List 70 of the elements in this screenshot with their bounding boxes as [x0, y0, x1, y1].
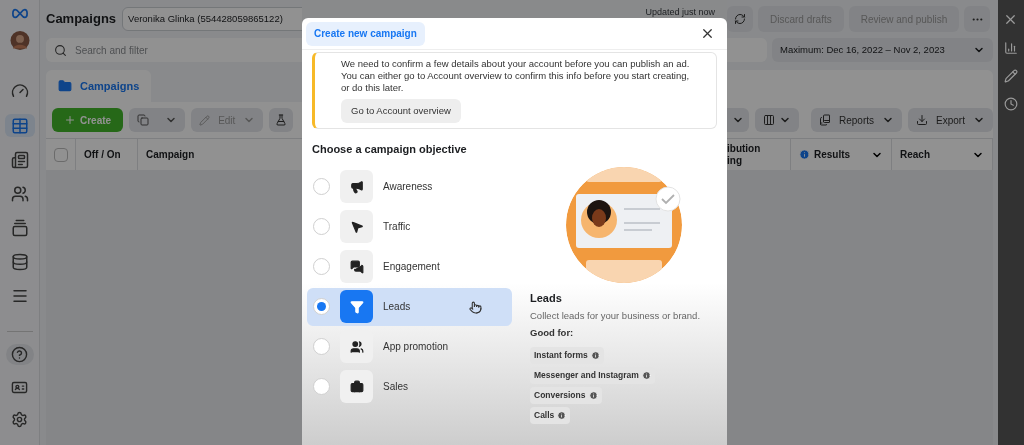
objective-option[interactable]: Engagement: [307, 247, 512, 286]
bar-chart-icon[interactable]: [1003, 41, 1018, 55]
account-overview-button[interactable]: Go to Account overview: [341, 99, 461, 123]
help-icon: [11, 346, 28, 363]
briefcase-icon: [349, 379, 364, 394]
modal-tab[interactable]: Create new campaign: [306, 21, 425, 46]
pencil-icon[interactable]: [1003, 69, 1018, 83]
page-title: Campaigns: [46, 10, 117, 29]
people-icon: [10, 184, 29, 203]
hand-cursor-icon: [469, 300, 482, 314]
document-icon: [10, 150, 29, 169]
dropdown-button[interactable]: [727, 108, 749, 132]
clock-icon[interactable]: [1003, 97, 1018, 111]
radio-button[interactable]: [313, 298, 330, 315]
good-for-tag: Calls: [530, 406, 571, 424]
refresh-button[interactable]: [727, 6, 753, 32]
report-icon: [819, 114, 831, 126]
table-icon: [10, 116, 29, 135]
refresh-icon: [734, 13, 746, 25]
download-icon: [916, 114, 928, 126]
objective-option[interactable]: Traffic: [307, 207, 512, 246]
select-all-checkbox[interactable]: [53, 147, 68, 162]
date-range-dropdown[interactable]: Maximum: Dec 16, 2022 – Nov 2, 2023: [772, 38, 993, 62]
reports-button[interactable]: Reports: [811, 108, 902, 132]
funnel-icon: [349, 299, 364, 314]
radio-button[interactable]: [313, 258, 330, 275]
column-header[interactable]: Campaign: [146, 147, 195, 162]
column-header[interactable]: Off / On: [84, 147, 121, 162]
export-button[interactable]: Export: [908, 108, 993, 132]
plus-icon: [64, 114, 76, 126]
radio-button[interactable]: [313, 178, 330, 195]
people-icon: [349, 339, 364, 354]
flask-icon: [275, 114, 288, 126]
objective-heading: Choose a campaign objective: [312, 142, 468, 157]
settings-icon: [11, 411, 28, 429]
folder-icon: [58, 79, 72, 93]
objective-description: Collect leads for your business or brand.: [530, 309, 701, 323]
columns-button[interactable]: [755, 108, 799, 132]
columns-icon: [763, 114, 775, 126]
objective-option[interactable]: App promotion: [307, 327, 512, 366]
objective-option[interactable]: Sales: [307, 367, 512, 406]
sidebar-item[interactable]: [4, 114, 35, 137]
info-icon[interactable]: [557, 410, 567, 420]
search-icon: [54, 43, 67, 57]
objective-option[interactable]: Awareness: [307, 167, 512, 206]
good-for-label: Good for:: [530, 326, 574, 341]
sidebar-item[interactable]: [5, 344, 34, 365]
account-dropdown[interactable]: Veronika Glinka (554428059865122): [122, 7, 302, 31]
radio-button[interactable]: [313, 338, 330, 355]
chat-icon: [349, 259, 364, 274]
info-icon[interactable]: [641, 370, 651, 380]
campaigns-tab[interactable]: Campaigns: [46, 70, 152, 102]
good-for-tag: Conversions: [530, 386, 602, 404]
pointer-icon: [349, 219, 364, 234]
info-icon: [799, 149, 810, 160]
pencil-icon: [199, 114, 211, 126]
test-button[interactable]: [269, 108, 294, 132]
objective-option[interactable]: Leads: [307, 287, 512, 326]
info-icon[interactable]: [590, 350, 600, 360]
notice-text: We need to confirm a few details about your account before you can publish an ad. You can either go to Account overview to confirm this info before you start creating, or do this later.: [341, 58, 690, 94]
stack-icon: [10, 218, 29, 237]
copy-icon: [137, 114, 150, 126]
radio-button[interactable]: [313, 378, 330, 395]
close-icon[interactable]: [700, 26, 715, 41]
update-status: Updated just now: [645, 6, 715, 18]
info-icon[interactable]: [588, 390, 598, 400]
megaphone-icon: [349, 179, 364, 194]
radio-button[interactable]: [313, 218, 330, 235]
database-icon: [10, 253, 29, 272]
objective-title: Leads: [530, 290, 562, 306]
